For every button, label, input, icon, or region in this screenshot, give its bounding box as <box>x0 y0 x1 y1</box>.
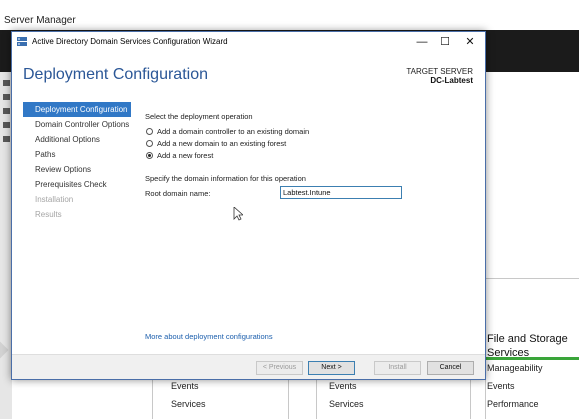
step-prerequisites-check[interactable]: Prerequisites Check <box>23 177 131 192</box>
radio-circle[interactable] <box>146 140 153 147</box>
step-deployment-configuration[interactable]: Deployment Configuration <box>23 102 131 117</box>
install-button: Install <box>374 361 421 375</box>
tile-divider <box>486 278 579 279</box>
step-results: Results <box>35 210 62 219</box>
server-manager-titlebar: Server Manager <box>0 0 579 30</box>
ad-ds-icon[interactable] <box>3 122 10 128</box>
dashboard-icon[interactable] <box>3 80 10 86</box>
radio-label: Add a domain controller to an existing d… <box>157 127 310 136</box>
tile-row-events[interactable]: Events <box>171 381 199 391</box>
dialog-title: Active Directory Domain Services Configu… <box>32 37 228 46</box>
tile-title-line: File and Storage <box>487 333 568 345</box>
step-installation: Installation <box>35 195 74 204</box>
server-icon <box>17 37 27 46</box>
cancel-button[interactable]: Cancel <box>427 361 474 375</box>
tile-divider <box>470 380 471 419</box>
root-domain-input[interactable] <box>280 186 402 199</box>
tile-status-bar <box>486 357 579 360</box>
root-domain-label: Root domain name: <box>145 189 211 198</box>
step-additional-options[interactable]: Additional Options <box>23 132 131 147</box>
scroll-left-icon[interactable] <box>0 341 9 359</box>
next-button[interactable]: Next > <box>308 361 355 375</box>
server-manager-right-pane <box>486 72 579 332</box>
tile-row-events[interactable]: Events <box>487 381 515 391</box>
wizard-steps: Deployment Configuration Domain Controll… <box>23 102 131 222</box>
domain-prompt: Specify the domain information for this … <box>145 174 306 183</box>
more-about-deployment-link[interactable]: More about deployment configurations <box>145 332 273 341</box>
radio-circle[interactable] <box>146 128 153 135</box>
radio-label: Add a new forest <box>157 151 214 160</box>
operation-prompt: Select the deployment operation <box>145 112 253 121</box>
radio-label: Add a new domain to an existing forest <box>157 139 287 148</box>
tile-row-services[interactable]: Services <box>171 399 206 409</box>
file-services-icon[interactable] <box>3 136 10 142</box>
ad-ds-wizard-dialog: Active Directory Domain Services Configu… <box>11 31 486 380</box>
tile-divider <box>316 380 317 419</box>
local-server-icon[interactable] <box>3 94 10 100</box>
tile-row-events[interactable]: Events <box>329 381 357 391</box>
step-domain-controller-options[interactable]: Domain Controller Options <box>23 117 131 132</box>
step-review-options[interactable]: Review Options <box>23 162 131 177</box>
tile-row-performance[interactable]: Performance <box>487 399 539 409</box>
tile-divider <box>152 380 153 419</box>
tile-row-manageability[interactable]: Manageability <box>487 363 543 373</box>
dialog-titlebar[interactable]: Active Directory Domain Services Configu… <box>12 32 485 52</box>
tile-row-services[interactable]: Services <box>329 399 364 409</box>
radio-circle-selected[interactable] <box>146 152 153 159</box>
target-server-label: TARGET SERVER <box>406 67 473 76</box>
mouse-cursor-icon <box>233 207 243 221</box>
tile-file-storage-title[interactable]: File and Storage Services <box>487 332 568 360</box>
tile-divider <box>288 380 289 419</box>
close-button[interactable]: ✕ <box>457 33 483 51</box>
all-servers-icon[interactable] <box>3 108 10 114</box>
previous-button: < Previous <box>256 361 303 375</box>
page-title: Deployment Configuration <box>23 66 208 83</box>
server-manager-title: Server Manager <box>4 15 76 26</box>
step-paths[interactable]: Paths <box>23 147 131 162</box>
maximize-button[interactable]: ☐ <box>432 33 458 51</box>
target-server-value: DC-Labtest <box>430 76 473 85</box>
